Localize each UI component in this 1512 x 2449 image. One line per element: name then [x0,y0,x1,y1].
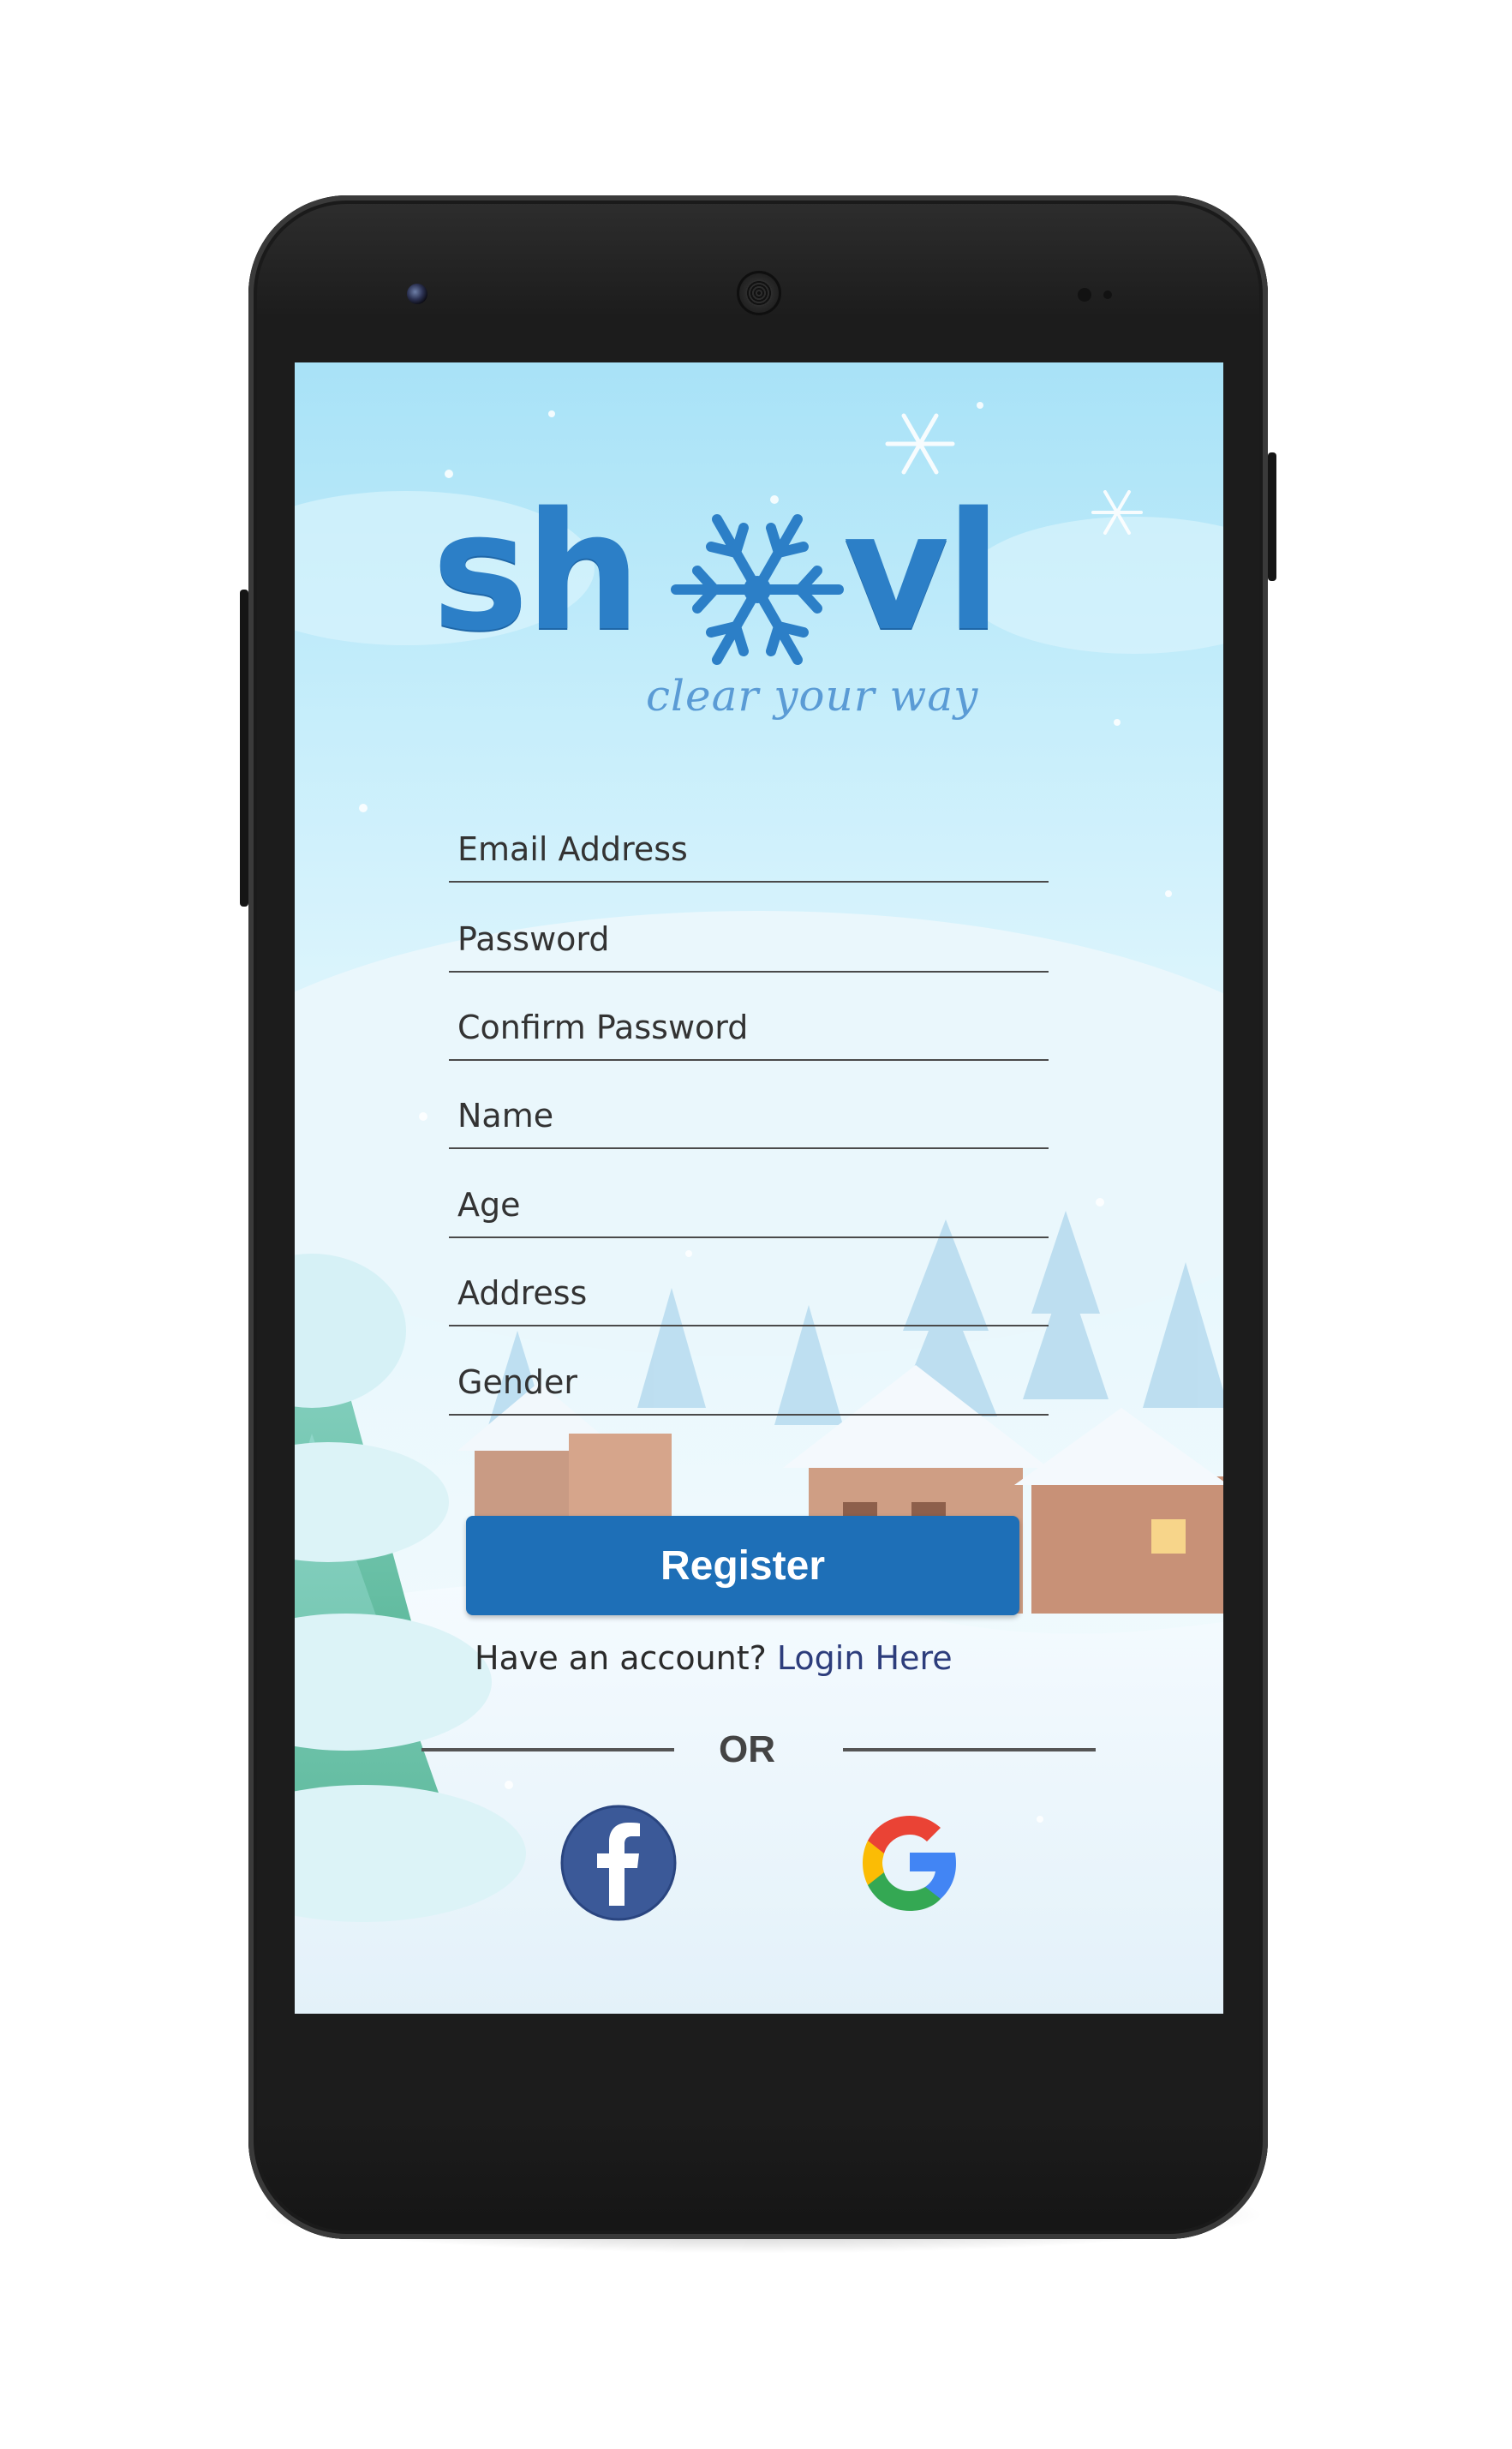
gender-field-container [449,1345,1049,1416]
address-field[interactable] [456,1268,1042,1318]
power-button [1268,452,1276,581]
logo-text-left: sh [432,477,641,667]
password-field[interactable] [456,914,1042,964]
google-icon[interactable] [852,1805,968,1921]
earpiece-speaker-icon [737,271,781,315]
phone-frame: sh vl clear your way Email Address Name … [240,195,1276,2239]
front-camera-icon [407,284,427,304]
logo-text-right: vl [843,477,1001,667]
name-field-container [449,1079,1049,1149]
or-label: OR [719,1728,775,1770]
name-field[interactable] [456,1091,1042,1141]
confirm-password-field-container [449,991,1049,1061]
address-field-container [449,1256,1049,1326]
gender-field[interactable] [456,1357,1042,1407]
or-divider: OR [295,1725,1223,1776]
login-here-link[interactable]: Login Here [777,1639,953,1677]
login-prompt: Have an account? Login Here [475,1639,953,1677]
confirm-password-field[interactable] [456,1003,1042,1052]
app-logo: sh vl clear your way [432,491,1083,722]
app-tagline: clear your way [646,671,979,721]
app-screen: sh vl clear your way Email Address Name … [295,362,1223,2014]
email-field[interactable] [456,824,1042,874]
age-field[interactable] [456,1180,1042,1230]
have-account-text: Have an account? [475,1639,777,1677]
volume-button [240,590,248,907]
light-sensor-icon [1103,290,1112,299]
password-field-container [449,902,1049,973]
register-button[interactable]: Register [466,1516,1019,1615]
snowflake-icon [671,514,844,665]
age-field-container [449,1168,1049,1238]
divider-line-left [421,1748,674,1751]
email-field-container [449,812,1049,883]
divider-line-right [843,1748,1096,1751]
facebook-icon[interactable] [560,1805,677,1921]
proximity-sensor-icon [1078,288,1091,302]
